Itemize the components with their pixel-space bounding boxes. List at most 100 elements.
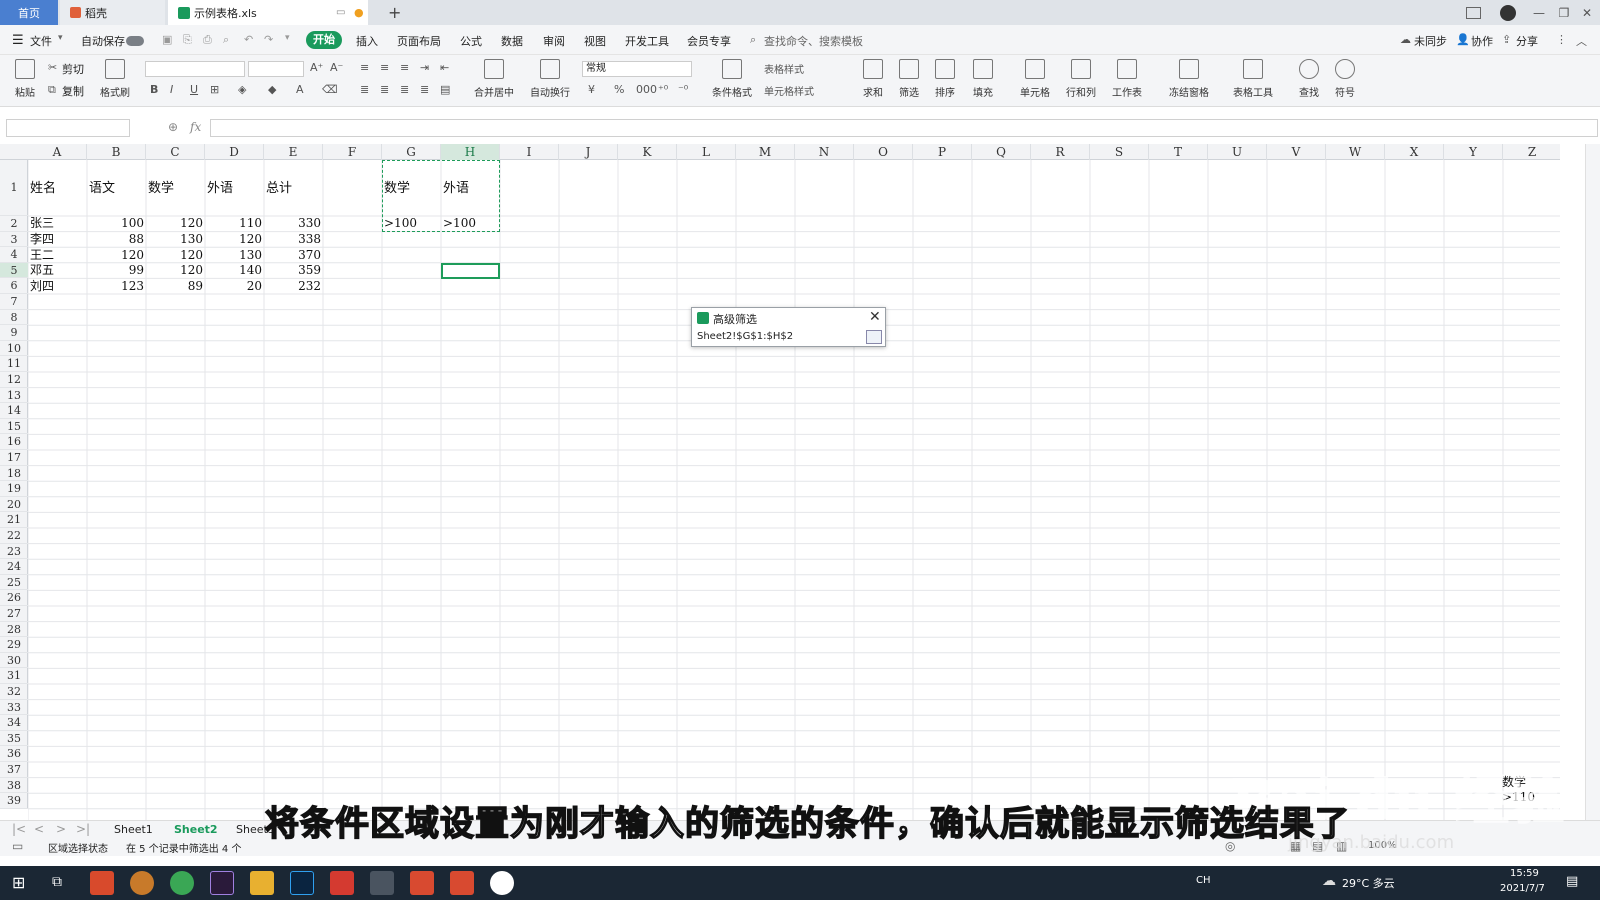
header-cell[interactable]: 总计 <box>266 181 321 196</box>
redo-icon[interactable]: ↷ <box>264 33 273 46</box>
increase-decimal-icon[interactable]: ⁺⁰ <box>658 83 668 96</box>
data-cell[interactable]: 邓五 <box>30 263 85 278</box>
data-cell[interactable]: 120 <box>148 263 203 278</box>
menu-page-layout[interactable]: 页面布局 <box>397 33 441 49</box>
minimize-icon[interactable]: — <box>1530 5 1548 21</box>
menu-formula[interactable]: 公式 <box>460 33 482 49</box>
bold-icon[interactable]: B <box>150 83 158 96</box>
outdent-icon[interactable]: ⇤ <box>440 61 449 74</box>
copy-button[interactable]: 复制 <box>62 83 84 99</box>
table-style-button[interactable]: 表格样式 <box>764 61 804 76</box>
distribute-icon[interactable]: ▤ <box>440 83 450 96</box>
data-cell[interactable]: 120 <box>207 232 262 247</box>
next-sheet-icon[interactable]: > <box>56 822 66 836</box>
preview-icon[interactable]: ⌕ <box>223 33 229 47</box>
zoom-formula-icon[interactable]: ⊕ <box>168 120 178 134</box>
app-icon-1[interactable] <box>90 871 114 895</box>
font-shrink-icon[interactable]: A⁻ <box>330 61 343 74</box>
quick-access-menu-icon[interactable]: ▾ <box>285 33 290 43</box>
header-cell[interactable]: 语文 <box>89 181 144 196</box>
clock-time[interactable]: 15:59 <box>1510 868 1539 879</box>
data-cell[interactable]: 130 <box>148 232 203 247</box>
app-icon-3[interactable] <box>370 871 394 895</box>
app-icon-5[interactable] <box>450 871 474 895</box>
weather-text[interactable]: 29°C 多云 <box>1342 875 1395 891</box>
font-name-select[interactable] <box>145 61 245 77</box>
align-middle-icon[interactable]: ≡ <box>380 61 389 74</box>
fill-color-icon[interactable]: ◈ <box>238 83 246 96</box>
data-cell[interactable]: 110 <box>207 216 262 231</box>
align-bottom-icon[interactable]: ≡ <box>400 61 409 74</box>
windows-start-icon[interactable]: ⊞ <box>12 873 25 892</box>
data-cell[interactable]: 李四 <box>30 232 85 247</box>
align-top-icon[interactable]: ≡ <box>360 61 369 74</box>
fx-icon[interactable]: fx <box>190 120 201 134</box>
currency-icon[interactable]: ¥ <box>588 83 595 96</box>
notification-icon[interactable]: ▤ <box>1566 874 1578 889</box>
data-cell[interactable]: 359 <box>266 263 321 278</box>
menu-data[interactable]: 数据 <box>501 33 523 49</box>
wps-icon[interactable] <box>330 871 354 895</box>
thousands-icon[interactable]: 000 <box>636 83 657 96</box>
data-cell[interactable]: 刘四 <box>30 279 85 294</box>
collab-button[interactable]: 协作 <box>1471 33 1493 49</box>
macro-icon[interactable]: ▭ <box>12 839 23 853</box>
menu-review[interactable]: 审阅 <box>543 33 565 49</box>
merge-center-button[interactable]: 合并居中 <box>468 55 520 99</box>
data-cell[interactable]: 140 <box>207 263 262 278</box>
autosave-toggle[interactable] <box>126 36 144 46</box>
cut-button[interactable]: 剪切 <box>62 61 84 77</box>
data-cell[interactable]: 120 <box>148 248 203 263</box>
header-cell[interactable]: 数学 <box>148 181 203 196</box>
symbol-button[interactable]: 符号 <box>1324 55 1366 99</box>
data-cell[interactable]: 370 <box>266 248 321 263</box>
app-icon-2[interactable] <box>130 871 154 895</box>
cell-button[interactable]: 单元格 <box>1014 55 1056 99</box>
data-cell[interactable]: 88 <box>89 232 144 247</box>
row-col-button[interactable]: 行和列 <box>1060 55 1102 99</box>
export-icon[interactable]: ⎘ <box>183 33 192 47</box>
align-center-icon[interactable]: ≣ <box>380 83 389 96</box>
underline-icon[interactable]: U <box>190 83 198 96</box>
align-left-icon[interactable]: ≣ <box>360 83 369 96</box>
undo-icon[interactable]: ↶ <box>244 33 253 46</box>
spreadsheet-grid[interactable]: ABCDEFGHIJKLMNOPQRSTUVWXYZ 1 2 3 4 5 6 7 8 9 10 11… <box>0 144 1560 820</box>
menu-file[interactable]: 文件 <box>30 33 52 49</box>
sheet-tab-2[interactable]: Sheet2 <box>174 823 218 836</box>
data-cell[interactable]: 100 <box>89 216 144 231</box>
app-icon-6[interactable] <box>490 871 514 895</box>
data-cell[interactable]: 99 <box>89 263 144 278</box>
font-color-icon[interactable]: A <box>296 83 304 96</box>
command-search[interactable]: 查找命令、搜索模板 <box>764 33 863 49</box>
eraser-icon[interactable]: ⌫ <box>322 83 338 96</box>
share-button[interactable]: 分享 <box>1516 33 1538 49</box>
hamburger-icon[interactable]: ☰ <box>12 33 24 48</box>
app-icon-4[interactable] <box>410 871 434 895</box>
chrome-icon[interactable] <box>170 871 194 895</box>
save-icon[interactable]: ▣ <box>162 33 172 46</box>
freeze-panes-button[interactable]: 冻结窗格 <box>1164 55 1214 99</box>
decrease-decimal-icon[interactable]: ⁻⁰ <box>678 83 688 96</box>
data-cell[interactable]: 张三 <box>30 216 85 231</box>
data-cell[interactable]: 120 <box>148 216 203 231</box>
font-size-select[interactable] <box>248 61 304 77</box>
tab-file[interactable]: 示例表格.xls ▭ ● <box>168 0 368 25</box>
cell-style-button[interactable]: 单元格样式 <box>764 83 814 98</box>
percent-icon[interactable]: % <box>614 83 624 96</box>
worksheet-button[interactable]: 工作表 <box>1106 55 1148 99</box>
data-cell[interactable]: 120 <box>89 248 144 263</box>
input-language[interactable]: CH <box>1196 875 1211 886</box>
data-cell[interactable]: 王二 <box>30 248 85 263</box>
menu-member[interactable]: 会员专享 <box>687 33 731 49</box>
premiere-icon[interactable] <box>210 871 234 895</box>
menu-insert[interactable]: 插入 <box>356 33 378 49</box>
name-box[interactable] <box>6 119 130 137</box>
tab-daoke[interactable]: 稻壳 <box>60 0 165 25</box>
print-icon[interactable]: ⎙ <box>203 33 212 47</box>
file-explorer-icon[interactable] <box>250 871 274 895</box>
justify-icon[interactable]: ≣ <box>420 83 429 96</box>
highlight-icon[interactable]: ◆ <box>268 83 276 96</box>
photoshop-icon[interactable] <box>290 871 314 895</box>
close-window-icon[interactable]: ✕ <box>1578 5 1596 21</box>
more-icon[interactable]: ⋮ <box>1556 33 1567 46</box>
